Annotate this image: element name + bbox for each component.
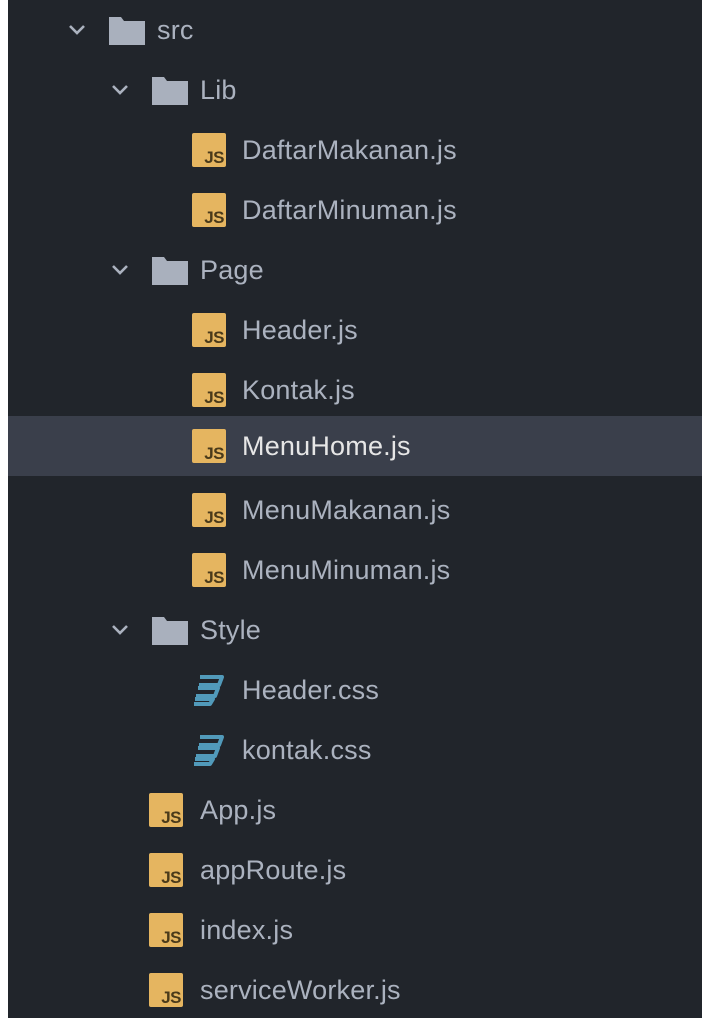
js-file-icon: JS <box>192 193 226 227</box>
tree-item-index-js[interactable]: JS index.js <box>8 900 702 960</box>
css-file-icon <box>194 675 224 706</box>
tree-item-label: Kontak.js <box>242 374 355 405</box>
chevron-down-icon[interactable] <box>109 619 131 641</box>
tree-item-label: DaftarMinuman.js <box>242 194 457 225</box>
tree-item-label: Lib <box>200 74 237 105</box>
js-file-icon: JS <box>149 913 183 947</box>
js-file-icon: JS <box>192 313 226 347</box>
tree-item-daftarminuman-js[interactable]: JS DaftarMinuman.js <box>8 180 702 240</box>
tree-item-style[interactable]: Style <box>8 600 702 660</box>
js-file-icon: JS <box>192 493 226 527</box>
tree-item-approute-js[interactable]: JS appRoute.js <box>8 840 702 900</box>
tree-item-label: src <box>157 14 194 45</box>
js-file-icon: JS <box>192 133 226 167</box>
tree-item-label: serviceWorker.js <box>200 974 401 1005</box>
js-file-icon: JS <box>149 853 183 887</box>
tree-item-label: App.js <box>200 794 277 825</box>
tree-item-menuminuman-js[interactable]: JS MenuMinuman.js <box>8 540 702 600</box>
tree-item-menuhome-js[interactable]: JS MenuHome.js <box>8 416 702 476</box>
chevron-down-icon[interactable] <box>109 79 131 101</box>
chevron-down-icon[interactable] <box>109 259 131 281</box>
folder-icon <box>152 77 188 105</box>
tree-item-label: appRoute.js <box>200 854 347 885</box>
tree-item-label: MenuHome.js <box>242 430 411 461</box>
chevron-down-icon[interactable] <box>66 19 88 41</box>
file-tree: src Lib JS DaftarMakanan.js JS DaftarMin… <box>8 0 702 1018</box>
js-file-icon: JS <box>192 373 226 407</box>
tree-item-lib[interactable]: Lib <box>8 60 702 120</box>
folder-icon <box>152 257 188 285</box>
tree-item-label: kontak.css <box>242 734 372 765</box>
tree-item-kontak-js[interactable]: JS Kontak.js <box>8 360 702 420</box>
tree-item-src[interactable]: src <box>8 0 702 60</box>
folder-icon <box>109 17 145 45</box>
tree-item-menumakanan-js[interactable]: JS MenuMakanan.js <box>8 480 702 540</box>
tree-item-daftarmakanan-js[interactable]: JS DaftarMakanan.js <box>8 120 702 180</box>
js-file-icon: JS <box>192 429 226 463</box>
tree-item-label: Header.css <box>242 674 380 705</box>
tree-item-serviceworker-js[interactable]: JS serviceWorker.js <box>8 960 702 1018</box>
tree-item-label: Header.js <box>242 314 358 345</box>
tree-item-label: DaftarMakanan.js <box>242 134 457 165</box>
js-file-icon: JS <box>192 553 226 587</box>
js-file-icon: JS <box>149 793 183 827</box>
folder-icon <box>152 617 188 645</box>
js-file-icon: JS <box>149 973 183 1007</box>
tree-item-app-js[interactable]: JS App.js <box>8 780 702 840</box>
tree-item-label: Page <box>200 254 264 285</box>
tree-item-label: MenuMakanan.js <box>242 494 451 525</box>
tree-item-label: index.js <box>200 914 294 945</box>
tree-item-header-css[interactable]: Header.css <box>8 660 702 720</box>
css-file-icon <box>194 735 224 766</box>
tree-item-kontak-css[interactable]: kontak.css <box>8 720 702 780</box>
tree-item-label: Style <box>200 614 262 645</box>
tree-item-page[interactable]: Page <box>8 240 702 300</box>
tree-item-header-js[interactable]: JS Header.js <box>8 300 702 360</box>
tree-item-label: MenuMinuman.js <box>242 554 451 585</box>
